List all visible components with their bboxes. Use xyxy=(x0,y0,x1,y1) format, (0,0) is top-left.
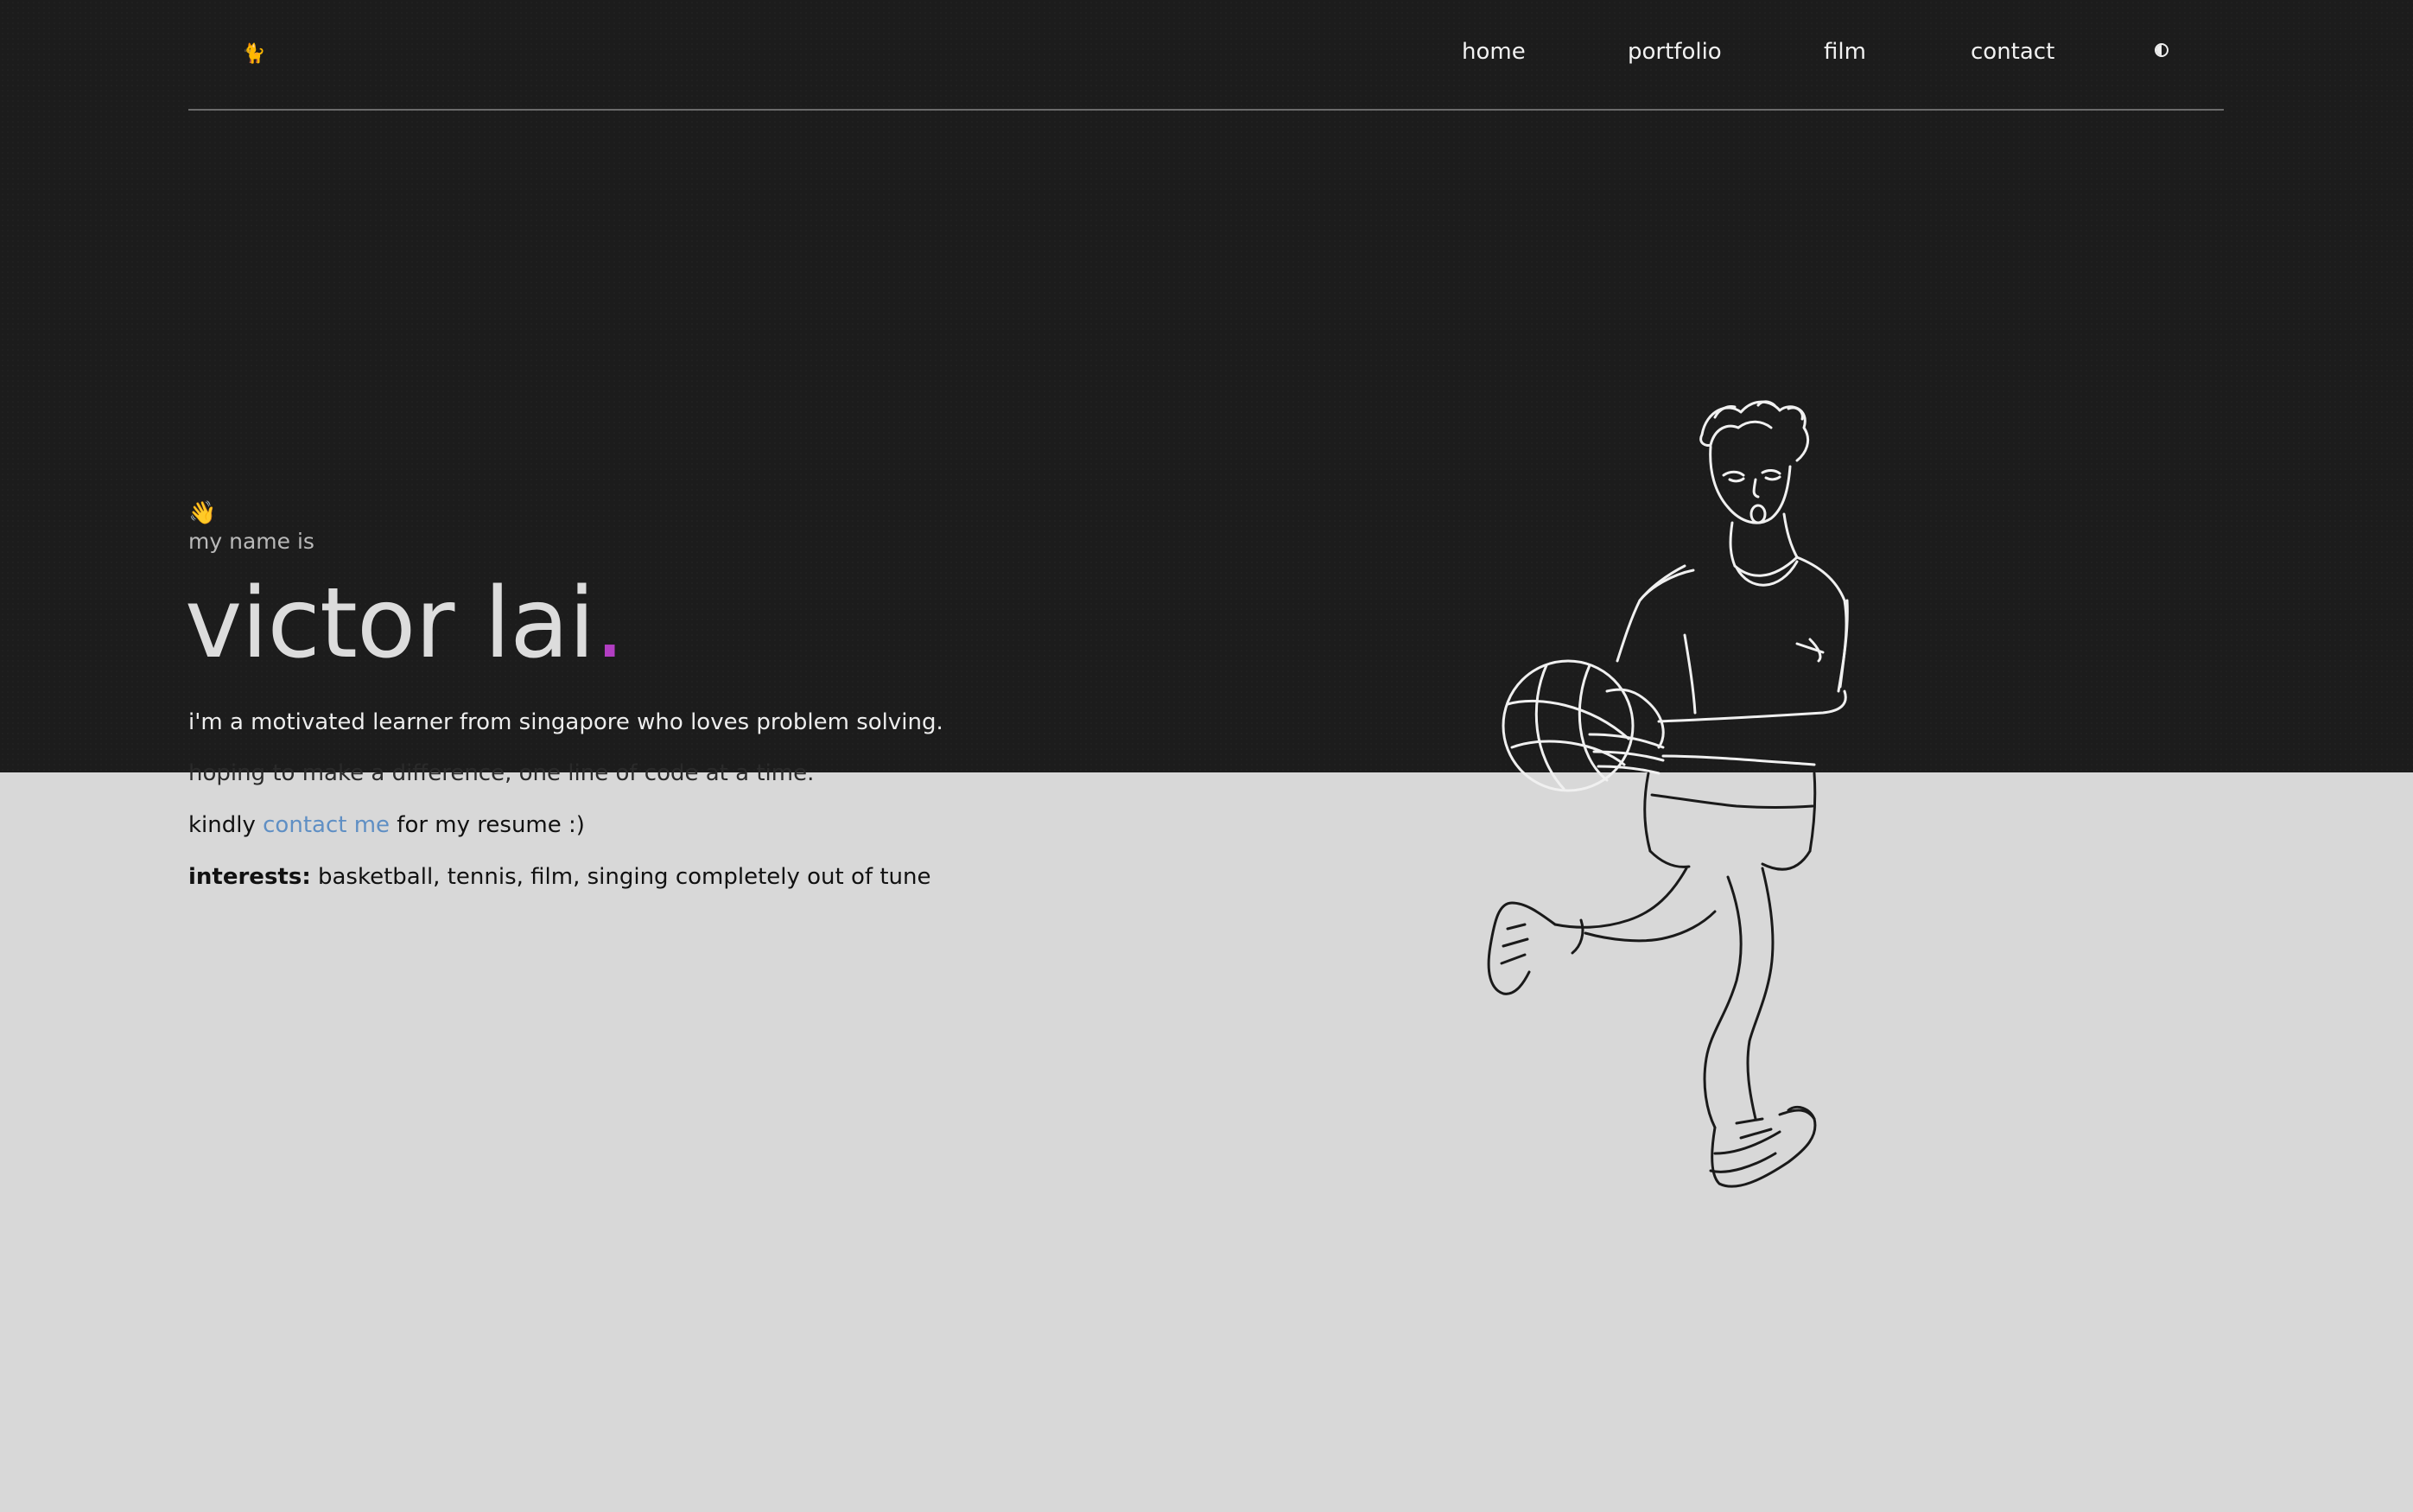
contact-me-link[interactable]: contact me xyxy=(263,812,390,838)
header-divider xyxy=(188,109,2224,111)
resume-prefix: kindly xyxy=(188,812,256,838)
resume-suffix: for my resume :) xyxy=(397,812,585,838)
basketball-player-illustration xyxy=(1487,400,1849,1188)
hero-name: victor lai. xyxy=(185,563,625,684)
interests-line: interests: basketball, tennis, film, sin… xyxy=(188,861,930,893)
site-header: 🐈 home portfolio film contact xyxy=(0,0,2413,111)
intro-label: my name is xyxy=(188,529,314,554)
bio-line-2: hoping to make a difference, one line of… xyxy=(188,760,815,786)
illustration-upper-lines xyxy=(1502,400,1849,792)
hero-name-dot: . xyxy=(594,568,625,680)
nav-home-link[interactable]: home xyxy=(1462,35,1526,69)
main-nav: home portfolio film contact xyxy=(0,35,2413,69)
resume-line: kindly contact me for my resume :) xyxy=(188,810,585,841)
waving-hand-icon: 👋 xyxy=(188,500,217,526)
nav-film-link[interactable]: film xyxy=(1824,35,1866,69)
hero-name-text: victor lai xyxy=(185,568,595,680)
interests-value: basketball, tennis, film, singing comple… xyxy=(317,864,931,890)
nav-contact-link[interactable]: contact xyxy=(1971,35,2054,69)
interests-label: interests: xyxy=(188,864,311,890)
bio-line-1: i'm a motivated learner from singapore w… xyxy=(188,709,943,735)
nav-portfolio-link[interactable]: portfolio xyxy=(1628,35,1722,69)
illustration-lower-lines xyxy=(1487,772,1817,1188)
theme-toggle-icon[interactable] xyxy=(2155,43,2169,57)
